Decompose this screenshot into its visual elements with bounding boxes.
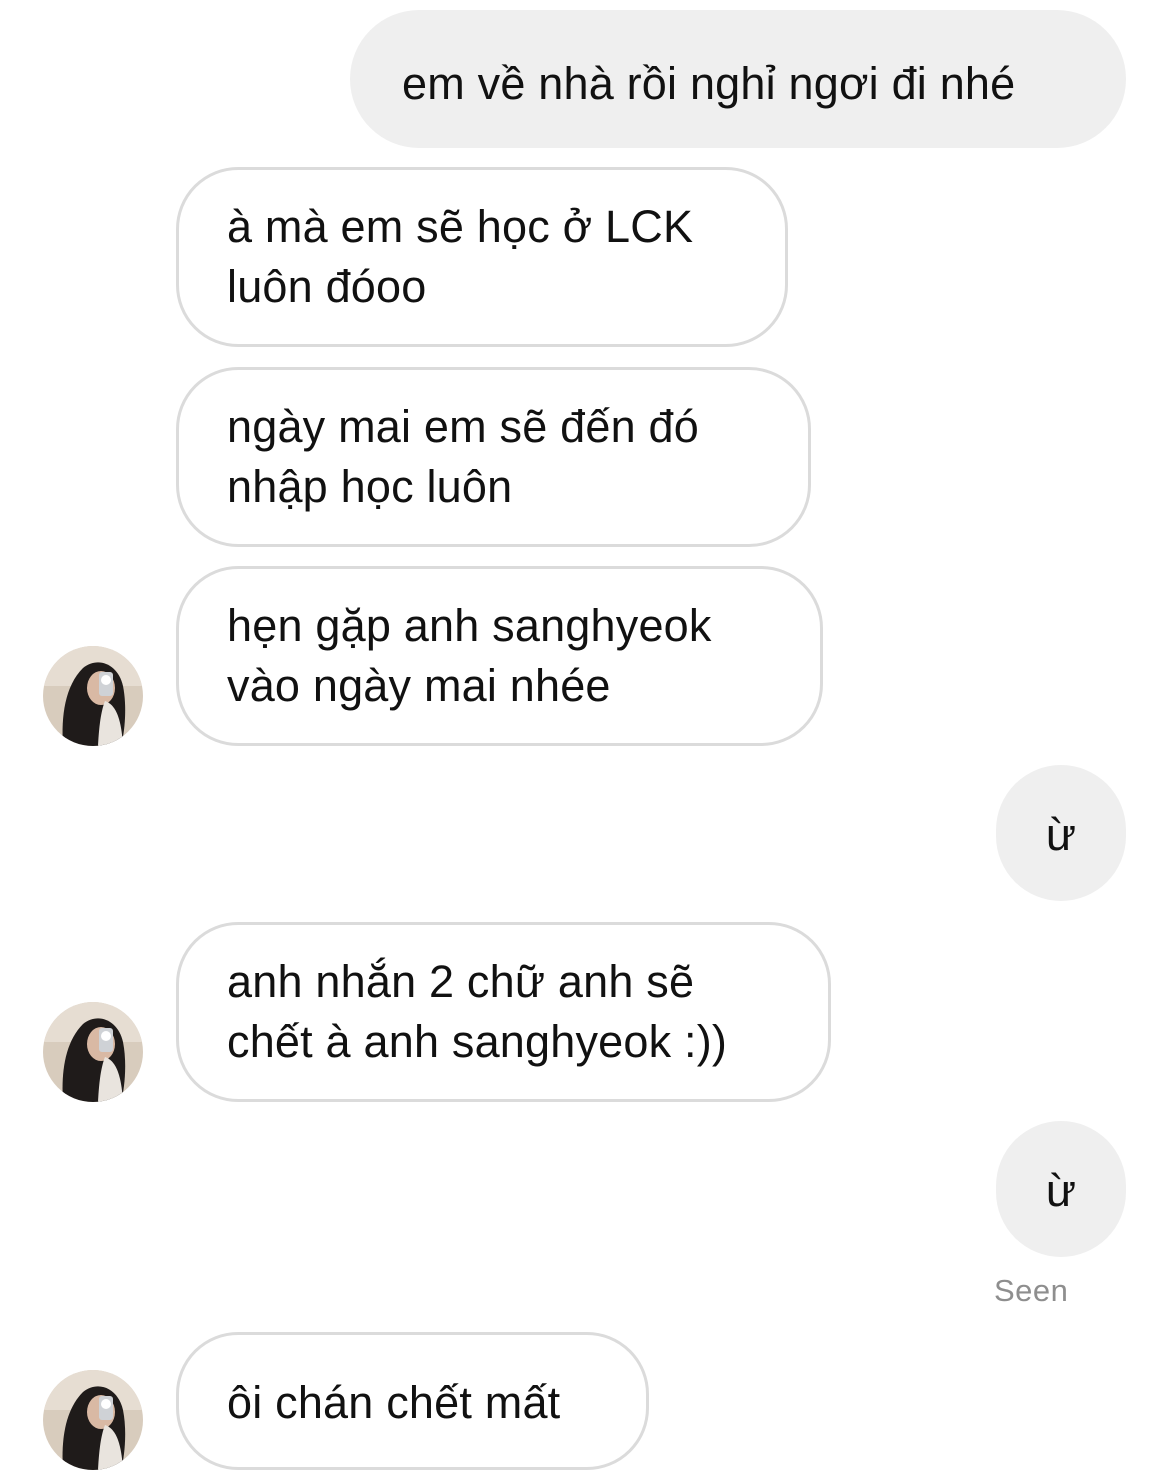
message-text-line: luôn đóoo — [227, 261, 427, 312]
sender-avatar-icon[interactable] — [43, 1370, 143, 1470]
message-text: ừ — [1045, 1165, 1077, 1216]
seen-status: Seen — [994, 1273, 1069, 1308]
profile-photo-icon — [43, 646, 143, 746]
message-bubble-incoming[interactable]: ngày mai em sẽ đến đó nhập học luôn — [176, 367, 811, 547]
message-text-line: vào ngày mai nhée — [227, 660, 611, 711]
message-text-line: chết à anh sanghyeok :)) — [227, 1016, 728, 1067]
profile-photo-icon — [43, 1370, 143, 1470]
message-text: em về nhà rồi nghỉ ngơi đi nhé — [402, 58, 1016, 109]
message-text-line: ngày mai em sẽ đến đó — [227, 401, 699, 452]
message-text-line: à mà em sẽ học ở LCK — [227, 201, 694, 252]
message-text: ừ — [1045, 809, 1077, 860]
message-bubble-outgoing[interactable]: em về nhà rồi nghỉ ngơi đi nhé — [350, 10, 1126, 148]
message-bubble-incoming[interactable]: à mà em sẽ học ở LCK luôn đóoo — [176, 167, 788, 347]
message-bubble-outgoing[interactable]: ừ — [996, 1121, 1126, 1257]
profile-photo-icon — [43, 1002, 143, 1102]
sender-avatar-icon[interactable] — [43, 646, 143, 746]
message-text-line: hẹn gặp anh sanghyeok — [227, 600, 712, 651]
message-bubble-incoming[interactable]: anh nhắn 2 chữ anh sẽ chết à anh sanghye… — [176, 922, 831, 1102]
message-text-line: nhập học luôn — [227, 461, 513, 512]
message-bubble-outgoing[interactable]: ừ — [996, 765, 1126, 901]
message-bubble-incoming[interactable]: ôi chán chết mất — [176, 1332, 649, 1470]
message-text: ôi chán chết mất — [227, 1377, 561, 1428]
message-bubble-incoming[interactable]: hẹn gặp anh sanghyeok vào ngày mai nhée — [176, 566, 823, 746]
sender-avatar-icon[interactable] — [43, 1002, 143, 1102]
message-text-line: anh nhắn 2 chữ anh sẽ — [227, 956, 695, 1007]
